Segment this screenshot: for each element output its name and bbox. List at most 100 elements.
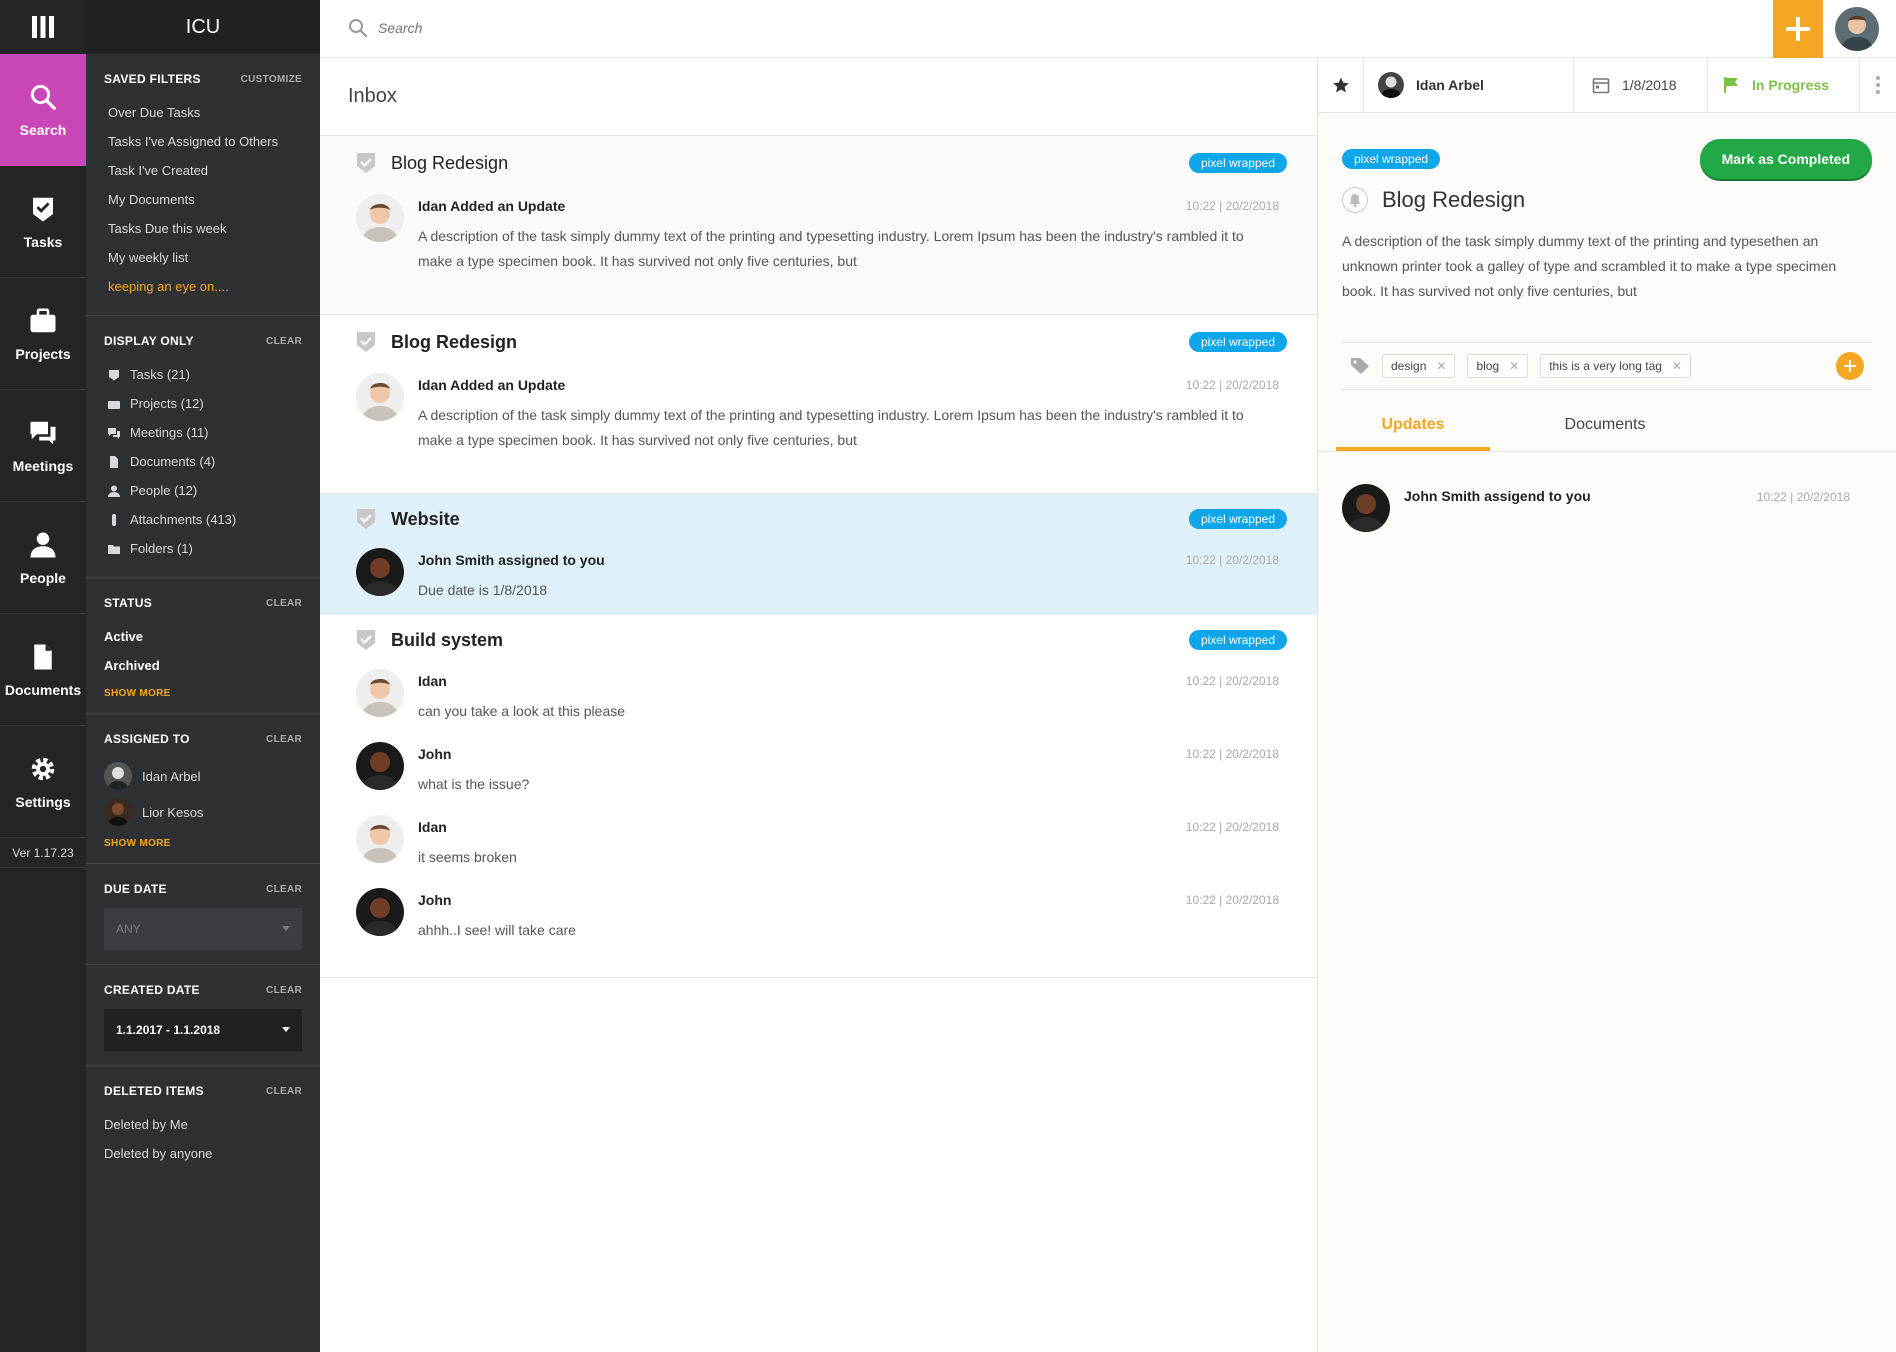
tab-documents[interactable]: Documents (1490, 406, 1720, 451)
filter-label: People (12) (130, 483, 198, 498)
clear-button[interactable]: CLEAR (266, 1086, 302, 1097)
search-icon (30, 84, 56, 110)
search-box[interactable] (348, 18, 978, 38)
saved-filter-item[interactable]: My Documents (104, 185, 302, 214)
customize-button[interactable]: CUSTOMIZE (241, 74, 302, 85)
rail-item-search[interactable]: Search (0, 54, 86, 166)
status-filter-item[interactable]: Archived (104, 651, 302, 680)
avatar (104, 798, 132, 826)
task-check-icon[interactable] (355, 331, 377, 353)
message-text: what is the issue? (418, 776, 530, 792)
plus-icon (1844, 360, 1856, 372)
saved-filter-item[interactable]: Tasks Due this week (104, 214, 302, 243)
tag-chip[interactable]: blog ✕ (1467, 354, 1529, 378)
tag-chip[interactable]: design ✕ (1382, 354, 1456, 378)
task-title[interactable]: Blog Redesign (1382, 187, 1525, 213)
deleted-filter-item[interactable]: Deleted by Me (104, 1110, 302, 1139)
thread-tag[interactable]: pixel wrapped (1188, 509, 1287, 529)
clear-button[interactable]: CLEAR (266, 734, 302, 745)
add-tag-button[interactable] (1836, 352, 1864, 380)
remove-tag-icon[interactable]: ✕ (1436, 359, 1446, 373)
watch-button[interactable] (1342, 187, 1368, 213)
message-author: Idan Added an Update (418, 377, 566, 393)
kebab-menu-icon (1876, 76, 1880, 94)
thread-tag[interactable]: pixel wrapped (1188, 630, 1287, 650)
message: Idan Added an Update 10:22 | 20/2/2018 A… (320, 369, 1317, 463)
section-title: ASSIGNED TO (104, 732, 190, 746)
saved-filter-item[interactable]: Over Due Tasks (104, 98, 302, 127)
thread[interactable]: Blog Redesign pixel wrapped Idan Added a… (320, 136, 1317, 315)
rail-item-people[interactable]: People (0, 502, 86, 614)
display-filter-tasks[interactable]: Tasks (21) (104, 360, 302, 389)
remove-tag-icon[interactable]: ✕ (1672, 359, 1682, 373)
saved-filter-item-active[interactable]: keeping an eye on.... (104, 272, 302, 301)
task-description[interactable]: A description of the task simply dummy t… (1342, 229, 1842, 304)
saved-filter-item[interactable]: Tasks I've Assigned to Others (104, 127, 302, 156)
owner-select[interactable]: Idan Arbel (1364, 58, 1574, 112)
thread[interactable]: Blog Redesign pixel wrapped Idan Added a… (320, 315, 1317, 494)
display-filter-people[interactable]: People (12) (104, 476, 302, 505)
message-time: 10:22 | 20/2/2018 (1185, 553, 1279, 567)
task-check-icon[interactable] (355, 152, 377, 174)
more-menu-button[interactable] (1860, 58, 1896, 112)
clear-button[interactable]: CLEAR (266, 985, 302, 996)
deleted-filter-item[interactable]: Deleted by anyone (104, 1139, 302, 1168)
display-filter-meetings[interactable]: Meetings (11) (104, 418, 302, 447)
briefcase-icon (108, 400, 120, 409)
message: Idan Added an Update 10:22 | 20/2/2018 A… (320, 190, 1317, 284)
display-filter-documents[interactable]: Documents (4) (104, 447, 302, 476)
star-icon (1332, 77, 1349, 93)
saved-filter-item[interactable]: My weekly list (104, 243, 302, 272)
status-select[interactable]: In Progress (1708, 58, 1860, 112)
search-input[interactable] (378, 20, 978, 36)
display-filter-projects[interactable]: Projects (12) (104, 389, 302, 418)
clear-button[interactable]: CLEAR (266, 598, 302, 609)
task-check-icon[interactable] (355, 508, 377, 530)
display-filter-attachments[interactable]: Attachments (413) (104, 505, 302, 534)
display-filter-folders[interactable]: Folders (1) (104, 534, 302, 563)
thread-tag[interactable]: pixel wrapped (1188, 332, 1287, 352)
message-author: Idan Added an Update (418, 198, 566, 214)
caret-down-icon (282, 1027, 290, 1032)
rail-item-tasks[interactable]: Tasks (0, 166, 86, 278)
avatar (356, 888, 404, 936)
thread-title: Blog Redesign (391, 331, 518, 352)
show-more-link[interactable]: SHOW MORE (104, 838, 302, 849)
rail-item-projects[interactable]: Projects (0, 278, 86, 390)
rail-item-documents[interactable]: Documents (0, 614, 86, 726)
detail-tabs: Updates Documents (1318, 406, 1896, 452)
due-date-picker[interactable]: 1/8/2018 (1574, 58, 1708, 112)
folder-icon (108, 544, 120, 554)
mark-completed-button[interactable]: Mark as Completed (1699, 139, 1872, 179)
rail-item-settings[interactable]: Settings (0, 726, 86, 838)
tag-chip[interactable]: this is a very long tag ✕ (1540, 354, 1691, 378)
created-date-select[interactable]: 1.1.2017 - 1.1.2018 (104, 1009, 302, 1051)
section-title: STATUS (104, 596, 153, 610)
assignee-item[interactable]: Lior Kesos (104, 794, 302, 830)
avatar (1378, 72, 1404, 98)
due-date-select[interactable]: ANY (104, 908, 302, 950)
task-check-icon[interactable] (355, 629, 377, 651)
task-tag[interactable]: pixel wrapped (1342, 149, 1441, 169)
thread-selected[interactable]: Website pixel wrapped John Smith assigne… (320, 494, 1317, 615)
chat-icon (108, 427, 120, 439)
remove-tag-icon[interactable]: ✕ (1509, 359, 1519, 373)
thread[interactable]: Build system pixel wrapped Idan 10:22 | … (320, 615, 1317, 978)
message-time: 10:22 | 20/2/2018 (1185, 893, 1279, 907)
tab-updates[interactable]: Updates (1336, 406, 1490, 451)
user-avatar[interactable] (1835, 7, 1879, 51)
assignee-item[interactable]: Idan Arbel (104, 758, 302, 794)
rail-label: Settings (15, 793, 71, 810)
clear-button[interactable]: CLEAR (266, 336, 302, 347)
thread-tag[interactable]: pixel wrapped (1188, 153, 1287, 173)
star-button[interactable] (1318, 58, 1364, 112)
filter-sidebar: ICU SAVED FILTERS CUSTOMIZE Over Due Tas… (86, 0, 320, 1352)
status-filter-item[interactable]: Active (104, 622, 302, 651)
saved-filter-item[interactable]: Task I've Created (104, 156, 302, 185)
app-logo[interactable] (0, 0, 86, 54)
paperclip-icon (112, 513, 116, 526)
add-button[interactable] (1773, 0, 1823, 58)
rail-item-meetings[interactable]: Meetings (0, 390, 86, 502)
clear-button[interactable]: CLEAR (266, 884, 302, 895)
show-more-link[interactable]: SHOW MORE (104, 688, 302, 699)
